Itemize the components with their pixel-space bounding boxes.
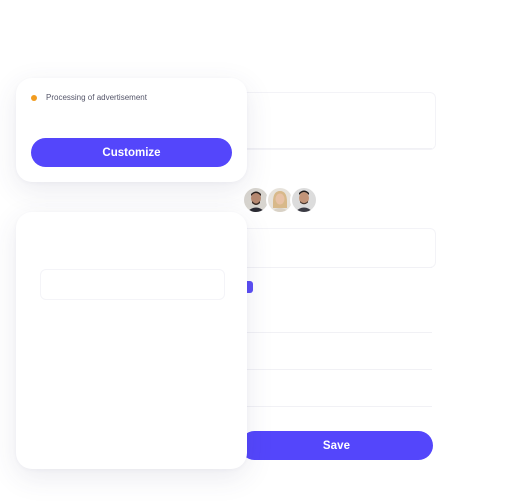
avatar [290,186,318,214]
avatar-person-2-icon [268,188,292,212]
form-field-1[interactable] [236,92,436,150]
status-card: Processing of advertisement Customize [16,78,247,182]
status-indicator [31,94,37,101]
avatar-person-1-icon [244,188,268,212]
customize-button[interactable]: Customize [31,138,232,167]
avatar-group [242,186,318,214]
status-text: Processing of advertisement [46,93,147,102]
form-divider [244,332,432,333]
status-row: Processing of advertisement [31,93,147,102]
form-divider [244,369,432,370]
empty-card [16,212,247,469]
form-divider [244,148,432,149]
form-divider [244,406,432,407]
card-input-field[interactable] [40,269,225,300]
form-divider [244,267,432,268]
avatar-person-3-icon [292,188,316,212]
save-button[interactable]: Save [240,431,433,460]
form-field-2[interactable] [236,228,436,268]
